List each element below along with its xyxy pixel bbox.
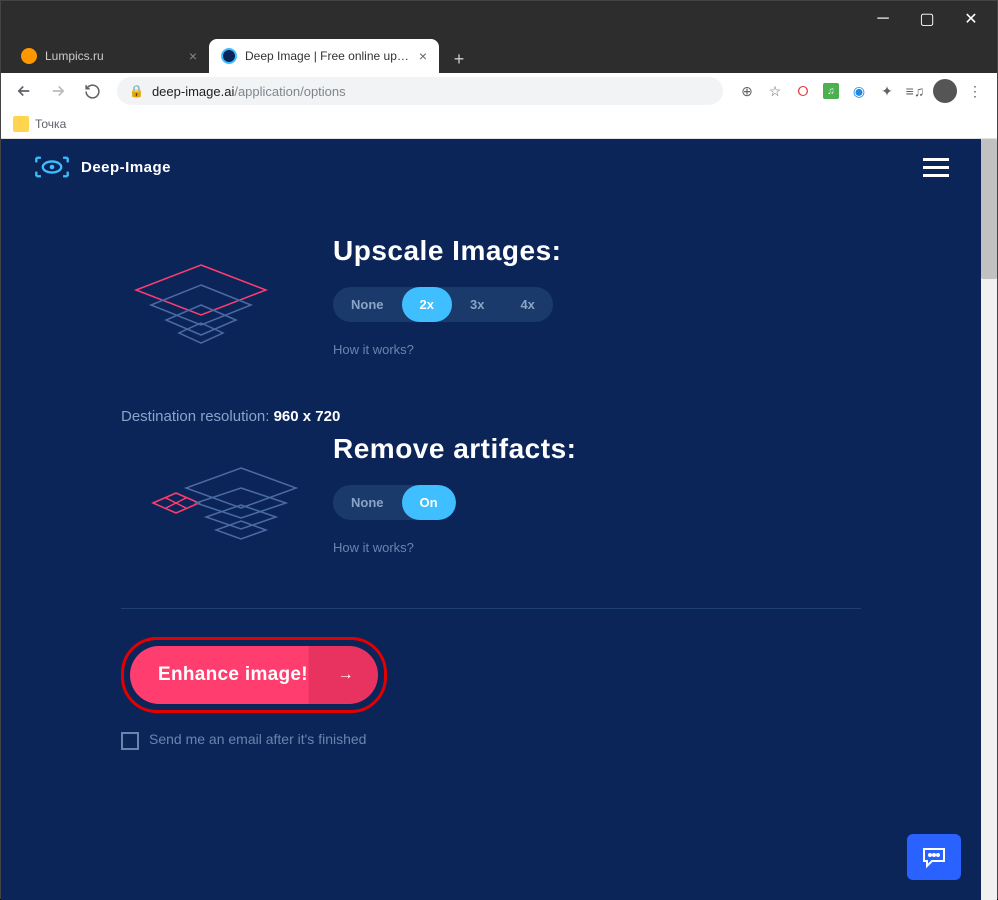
favicon-icon	[221, 48, 237, 64]
menu-kebab-icon[interactable]: ⋮	[965, 81, 985, 101]
url-text: deep-image.ai/application/options	[152, 84, 346, 99]
new-tab-button[interactable]: +	[445, 45, 473, 73]
artifacts-graphic	[121, 433, 301, 568]
upscale-none[interactable]: None	[333, 287, 402, 322]
reading-list-icon[interactable]: ≡♫	[905, 81, 925, 101]
close-tab-icon[interactable]: ×	[189, 48, 197, 64]
enhance-highlight: Enhance image! →	[121, 637, 387, 713]
upscale-section: Upscale Images: None 2x 3x 4x How it wor…	[121, 235, 861, 380]
upscale-title: Upscale Images:	[333, 235, 861, 267]
bookmark-folder-icon	[13, 116, 29, 132]
chat-icon	[921, 845, 947, 869]
menu-button[interactable]	[923, 158, 949, 177]
profile-avatar[interactable]	[933, 79, 957, 103]
tab-deep-image[interactable]: Deep Image | Free online upscale ×	[209, 39, 439, 73]
minimize-button[interactable]: ─	[861, 3, 905, 35]
artifacts-none[interactable]: None	[333, 485, 402, 520]
resolution-label: Destination resolution:	[121, 408, 269, 425]
maximize-button[interactable]: ▢	[905, 3, 949, 35]
site-header: Deep-Image	[1, 139, 981, 195]
extension-red-icon[interactable]: ⭘	[793, 81, 813, 101]
back-button[interactable]	[9, 76, 39, 106]
close-tab-icon[interactable]: ×	[419, 48, 427, 64]
destination-resolution: Destination resolution: 960 x 720	[121, 408, 861, 425]
email-label: Send me an email after it's finished	[149, 731, 366, 747]
enhance-label: Enhance image!	[158, 664, 308, 685]
email-checkbox[interactable]	[121, 732, 139, 750]
upscale-options: None 2x 3x 4x	[333, 287, 553, 322]
lock-icon: 🔒	[129, 84, 144, 98]
bookmark-tochka[interactable]: Точка	[13, 116, 66, 132]
tabstrip: Lumpics.ru × Deep Image | Free online up…	[1, 37, 997, 73]
forward-button[interactable]	[43, 76, 73, 106]
favicon-icon	[21, 48, 37, 64]
titlebar: ─ ▢ ✕	[1, 1, 997, 37]
email-notify-row: Send me an email after it's finished	[121, 731, 381, 750]
site-logo[interactable]: Deep-Image	[33, 155, 171, 179]
divider	[121, 608, 861, 609]
chat-button[interactable]	[907, 834, 961, 880]
extensions-puzzle-icon[interactable]: ✦	[877, 81, 897, 101]
artifacts-section: Remove artifacts: None On How it works?	[121, 433, 861, 568]
enhance-button[interactable]: Enhance image! →	[130, 646, 378, 704]
bookmark-label: Точка	[35, 117, 66, 131]
bookmarks-bar: Точка	[1, 109, 997, 139]
upscale-graphic	[121, 235, 301, 380]
logo-eye-icon	[33, 155, 71, 179]
artifacts-on[interactable]: On	[402, 485, 456, 520]
resolution-value: 960 x 720	[274, 408, 341, 425]
tab-lumpics[interactable]: Lumpics.ru ×	[9, 39, 209, 73]
reload-button[interactable]	[77, 76, 107, 106]
artifacts-title: Remove artifacts:	[333, 433, 861, 465]
upscale-3x[interactable]: 3x	[452, 287, 502, 322]
star-icon[interactable]: ☆	[765, 81, 785, 101]
tab-title: Deep Image | Free online upscale	[245, 49, 413, 63]
close-window-button[interactable]: ✕	[949, 3, 993, 35]
artifacts-how-link[interactable]: How it works?	[333, 540, 861, 555]
upscale-2x[interactable]: 2x	[402, 287, 452, 322]
upscale-4x[interactable]: 4x	[502, 287, 552, 322]
extension-green-icon[interactable]: ♫	[821, 81, 841, 101]
extension-globe-icon[interactable]: ◉	[849, 81, 869, 101]
brand-name: Deep-Image	[81, 159, 171, 176]
extensions-area: ⊕ ☆ ⭘ ♫ ◉ ✦ ≡♫ ⋮	[733, 79, 989, 103]
artifacts-options: None On	[333, 485, 456, 520]
translate-icon[interactable]: ⊕	[737, 81, 757, 101]
upscale-how-link[interactable]: How it works?	[333, 342, 861, 357]
page-viewport: Deep-Image Upscale Images: None 2x 3x 4x	[1, 139, 997, 900]
scrollbar[interactable]	[981, 139, 997, 900]
address-bar[interactable]: 🔒 deep-image.ai/application/options	[117, 77, 723, 105]
scrollbar-thumb[interactable]	[981, 139, 997, 279]
arrow-right-icon: →	[338, 666, 354, 684]
tab-title: Lumpics.ru	[45, 49, 183, 63]
browser-toolbar: 🔒 deep-image.ai/application/options ⊕ ☆ …	[1, 73, 997, 109]
